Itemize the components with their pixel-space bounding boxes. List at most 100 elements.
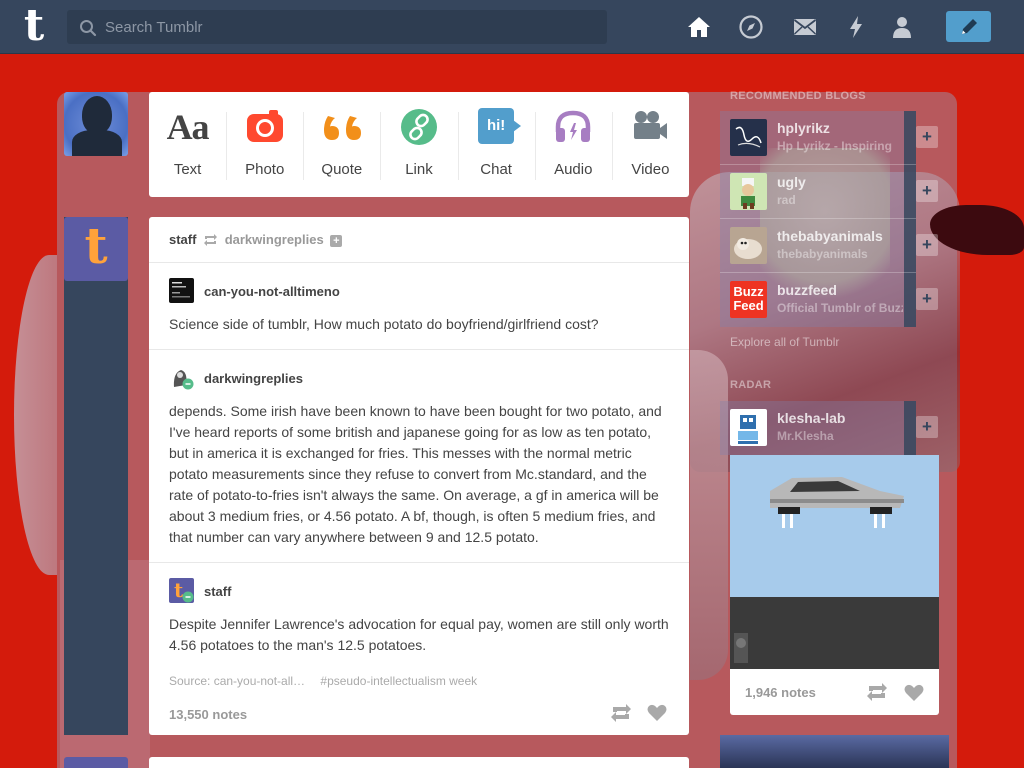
delorean-pixel-art (734, 477, 904, 663)
follow-plus-button[interactable]: + (916, 234, 938, 256)
explore-icon[interactable] (738, 14, 764, 40)
recommended-blog-row[interactable]: ugly rad + (720, 165, 940, 219)
blog-subtitle: thebabyanimals (777, 247, 868, 261)
post-source-link[interactable]: Source: can-you-not-all… (169, 674, 305, 688)
camera-icon (246, 110, 283, 142)
reblogged-from-link[interactable]: darkwingreplies (225, 232, 324, 247)
trail-avatar-art: t (174, 578, 194, 603)
dashboard-post: staff darkwingreplies + can-you-not-allt… (149, 217, 689, 735)
blog-subtitle: rad (777, 193, 796, 207)
chat-icon: hi! (478, 108, 515, 144)
trail-username[interactable]: can-you-not-alltimeno (204, 284, 340, 299)
chat-tail-icon (512, 120, 521, 132)
radar-notes-count[interactable]: 1,946 notes (745, 685, 816, 700)
post-type-link[interactable]: Link (380, 92, 457, 197)
pencil-icon (962, 19, 977, 34)
reblog-icon[interactable] (610, 704, 632, 722)
explore-all-link[interactable]: Explore all of Tumblr (730, 335, 839, 349)
radar-post-card: 1,946 notes (730, 455, 939, 715)
blog-avatar[interactable] (730, 119, 767, 156)
blog-avatar[interactable] (730, 409, 767, 446)
post-type-bar: Aa Text Photo Quote Link hi! Chat Audio … (149, 92, 689, 197)
radar-heading: RADAR (730, 379, 772, 391)
follow-plus-button[interactable]: + (916, 288, 938, 310)
hplyrikz-avatar-art (735, 126, 762, 148)
blog-avatar[interactable] (730, 227, 767, 264)
avatar-silhouette-head (82, 96, 112, 134)
post-type-text[interactable]: Aa Text (149, 92, 226, 197)
recommended-blog-row[interactable]: thebabyanimals thebabyanimals + (720, 219, 940, 273)
like-heart-icon[interactable] (904, 684, 924, 702)
follow-plus-button[interactable]: + (916, 180, 938, 202)
trail-avatar-art (172, 282, 190, 298)
post-type-label: Chat (480, 161, 512, 178)
background-art-chair (690, 350, 728, 680)
trail-username[interactable]: darkwingreplies (204, 371, 303, 386)
post-type-audio[interactable]: Audio (534, 92, 612, 197)
text-icon: Aa (166, 107, 210, 147)
row-edge (904, 111, 916, 165)
thebabyanimals-avatar-art (734, 238, 762, 259)
follow-plus-button[interactable]: + (916, 126, 938, 148)
post-author-link[interactable]: staff (169, 232, 196, 247)
trail-avatar[interactable] (169, 278, 194, 303)
mail-icon[interactable] (792, 14, 818, 40)
reblog-icon[interactable] (866, 683, 888, 701)
radar-post-image[interactable] (730, 455, 939, 669)
account-icon[interactable] (889, 14, 915, 40)
my-avatar[interactable] (64, 92, 128, 156)
blog-name[interactable]: hplyrikz (777, 120, 830, 136)
post-type-label: Video (631, 161, 670, 178)
row-edge (904, 219, 916, 273)
blog-name[interactable]: buzzfeed (777, 282, 837, 298)
trail-username[interactable]: staff (204, 584, 231, 599)
follow-plus-button[interactable]: + (330, 235, 343, 247)
compose-button[interactable] (946, 11, 991, 42)
post-type-label: Audio (554, 161, 593, 178)
row-edge (904, 165, 916, 219)
trail-text: Despite Jennifer Lawrence's advocation f… (169, 616, 669, 653)
radar-blog-row[interactable]: klesha-lab Mr.Klesha + (720, 401, 940, 455)
follow-plus-button[interactable]: + (916, 416, 938, 438)
post-divider (149, 262, 689, 263)
quote-icon (323, 116, 361, 140)
post-header: staff darkwingreplies + (169, 232, 343, 247)
post-type-photo[interactable]: Photo (226, 92, 303, 197)
post-type-label: Quote (321, 161, 363, 178)
post-type-quote[interactable]: Quote (303, 92, 380, 197)
post-type-video[interactable]: Video (611, 92, 689, 197)
post-notes-count[interactable]: 13,550 notes (169, 707, 247, 722)
search-box[interactable] (67, 10, 607, 44)
blog-name[interactable]: ugly (777, 174, 806, 190)
post-type-label: Text (173, 161, 202, 178)
home-icon[interactable] (686, 14, 712, 40)
post-meta: Source: can-you-not-all… #pseudo-intelle… (169, 674, 477, 688)
activity-icon[interactable] (843, 14, 869, 40)
reblog-trail-item: can-you-not-alltimeno Science side of tu… (169, 278, 669, 338)
post-type-label: Link (405, 161, 433, 178)
post-type-chat[interactable]: hi! Chat (457, 92, 535, 197)
tumblr-logo[interactable]: t (14, 4, 54, 48)
blog-name[interactable]: thebabyanimals (777, 228, 883, 244)
like-heart-icon[interactable] (647, 704, 667, 722)
recommended-blog-row[interactable]: hplyrikz Hp Lyrikz - Inspiring + (720, 111, 940, 165)
recommended-blog-row[interactable]: Buzz Feed buzzfeed Official Tumblr of Bu… (720, 273, 940, 327)
buzzfeed-logo[interactable]: Buzz Feed (730, 281, 767, 318)
post-divider (149, 562, 689, 563)
trail-text: Science side of tumblr, How much potato … (169, 316, 599, 332)
trail-avatar[interactable] (169, 365, 194, 390)
post-tag[interactable]: #pseudo-intellectualism week (320, 674, 477, 688)
top-navigation-bar: t (0, 0, 1024, 54)
blog-avatar[interactable] (730, 173, 767, 210)
reblog-trail-item: darkwingreplies depends. Some irish have… (169, 365, 669, 555)
post-type-label: Photo (245, 161, 285, 178)
staff-avatar[interactable]: t (64, 217, 128, 281)
blog-name[interactable]: klesha-lab (777, 410, 845, 426)
row-edge (904, 401, 916, 455)
search-icon (80, 20, 97, 37)
search-input[interactable] (105, 10, 595, 44)
svg-text:t: t (174, 578, 184, 602)
next-post-avatar[interactable] (64, 757, 128, 768)
trail-avatar[interactable]: t (169, 578, 194, 603)
reblog-small-icon (204, 234, 218, 246)
